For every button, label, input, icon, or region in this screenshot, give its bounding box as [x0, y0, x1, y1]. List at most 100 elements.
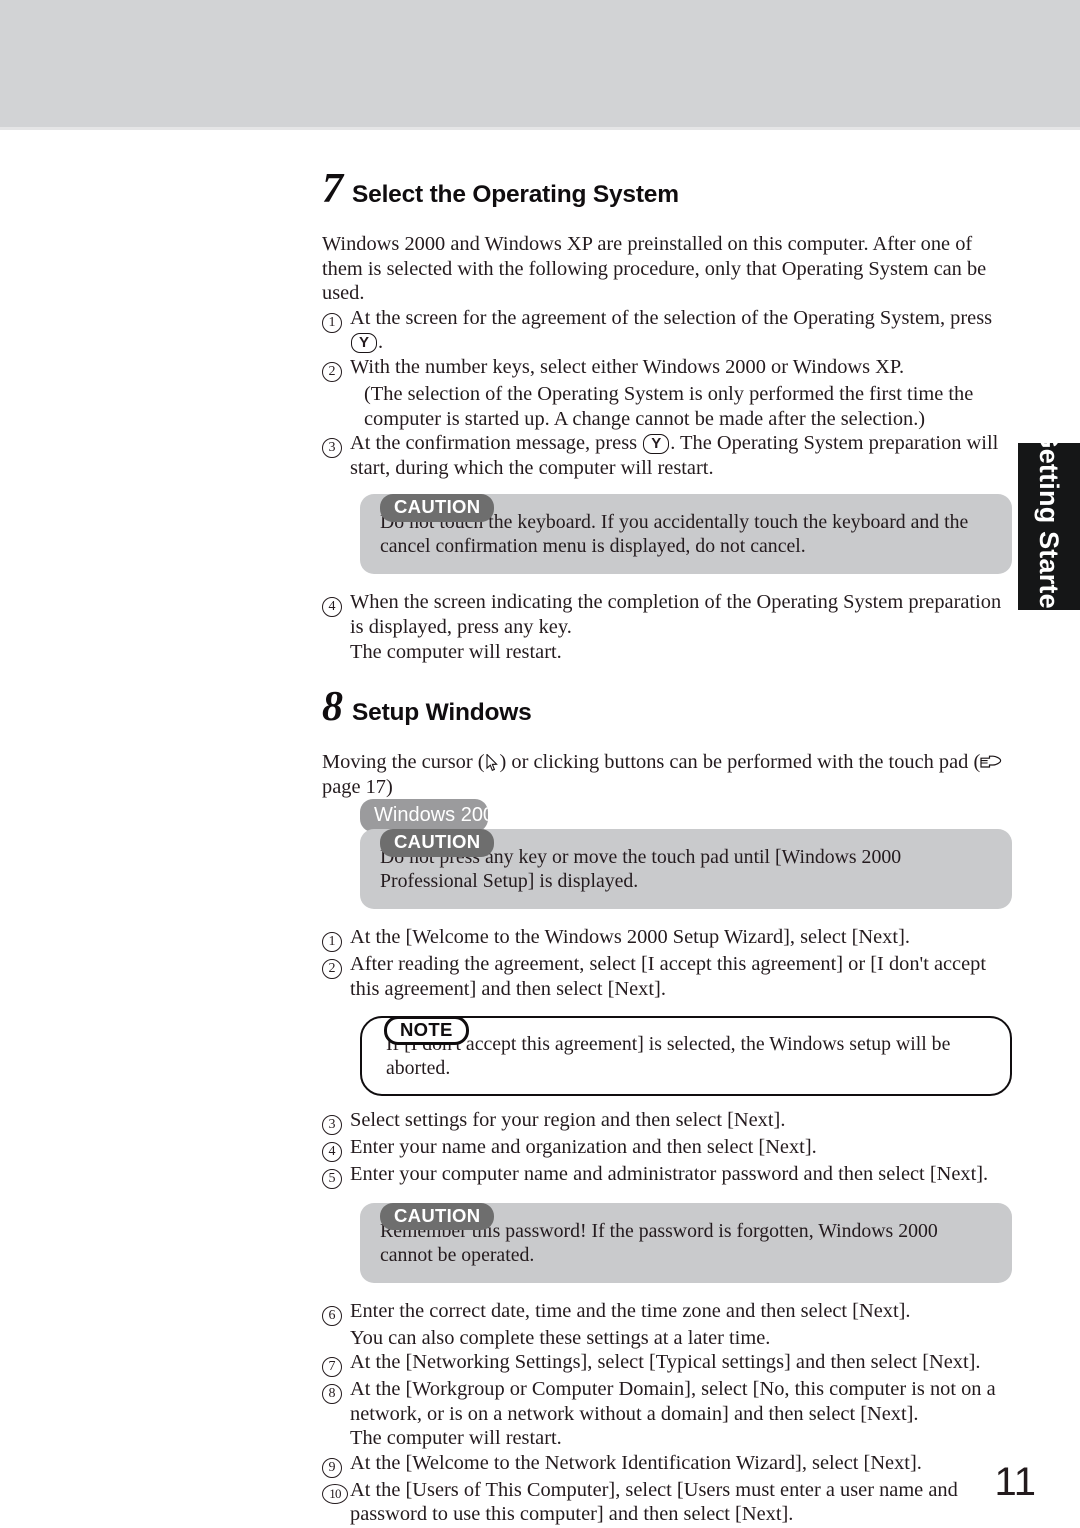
- note-badge: NOTE: [384, 1015, 469, 1045]
- caution-badge: CAUTION: [380, 494, 495, 522]
- circled-number: 2: [322, 959, 342, 980]
- list-marker: 10: [322, 1478, 350, 1504]
- list-item: 7 At the [Networking Settings], select […: [322, 1350, 1012, 1378]
- list-item-text: When the screen indicating the completio…: [350, 591, 1002, 638]
- list-marker: 3: [322, 1108, 350, 1135]
- step-8-intro-page-ref: page 17): [322, 775, 393, 798]
- list-marker: 1: [322, 306, 350, 333]
- key-y-icon: Y: [351, 333, 378, 354]
- header-band-edge: [0, 127, 1080, 130]
- step-7-list: 1 At the screen for the agreement of the…: [322, 306, 1012, 382]
- list-item-subline: You can also complete these settings at …: [350, 1326, 771, 1349]
- list-item-text: At the [Welcome to the Windows 2000 Setu…: [350, 926, 910, 949]
- step-8-list-a: 1 At the [Welcome to the Windows 2000 Se…: [322, 925, 1012, 1001]
- list-item-text: Select settings for your region and then…: [350, 1108, 786, 1131]
- step-7-number: 7: [322, 166, 343, 212]
- caution-callout-3: CAUTION Remember this password! If the p…: [322, 1202, 1012, 1283]
- list-item-text: At the [Welcome to the Network Identific…: [350, 1451, 922, 1474]
- list-item-text: After reading the agreement, select [I a…: [350, 953, 987, 1000]
- list-marker: 2: [322, 952, 350, 980]
- list-marker: 8: [322, 1377, 350, 1405]
- caution-badge: CAUTION: [380, 1202, 495, 1230]
- list-item: 6 Enter the correct date, time and the t…: [322, 1299, 1012, 1326]
- list-marker: 2: [322, 355, 350, 382]
- circled-number: 1: [322, 312, 342, 333]
- circled-number: 6: [322, 1305, 342, 1326]
- list-item: 2 With the number keys, select either Wi…: [322, 355, 1012, 382]
- list-item-text: At the [Networking Settings], select [Ty…: [350, 1351, 981, 1374]
- caution-callout-2: CAUTION Do not press any key or move the…: [322, 829, 1012, 910]
- chapter-tab: Getting Started: [1018, 427, 1080, 626]
- circled-number: 4: [322, 1141, 342, 1162]
- step-7-title: Select the Operating System: [352, 181, 679, 208]
- list-item: 9 At the [Welcome to the Network Identif…: [322, 1451, 1012, 1478]
- step-8-heading: 8 Setup Windows: [322, 686, 1012, 728]
- page-number: 11: [994, 1460, 1036, 1504]
- list-item: 1 At the screen for the agreement of the…: [322, 306, 1012, 355]
- caution-callout-1: CAUTION Do not touch the keyboard. If yo…: [322, 494, 1012, 575]
- circled-number: 8: [322, 1384, 342, 1405]
- list-marker: 9: [322, 1451, 350, 1478]
- step-7-restart-note: The computer will restart.: [350, 640, 562, 663]
- list-item-text: With the number keys, select either Wind…: [350, 355, 905, 378]
- circled-number: 3: [322, 1114, 342, 1135]
- list-item: 4 When the screen indicating the complet…: [322, 590, 1012, 639]
- circled-number: 2: [322, 361, 342, 382]
- step-8-title: Setup Windows: [352, 699, 532, 727]
- list-item-text-before: At the screen for the agreement of the s…: [350, 306, 993, 329]
- list-item-text: At the confirmation message, press Y. Th…: [350, 431, 1012, 480]
- list-item-subline: The computer will restart.: [350, 1427, 562, 1450]
- list-marker: 4: [322, 590, 350, 618]
- list-item: 8 At the [Workgroup or Computer Domain],…: [322, 1377, 1012, 1426]
- list-marker: 3: [322, 431, 350, 459]
- os-label-windows-2000: Windows 2000: [360, 799, 488, 833]
- list-item: 1 At the [Welcome to the Windows 2000 Se…: [322, 925, 1012, 953]
- list-item: 10 At the [Users of This Computer], sele…: [322, 1478, 1012, 1527]
- list-marker: 5: [322, 1162, 350, 1189]
- circled-number: 7: [322, 1357, 342, 1378]
- list-item: 5 Enter your computer name and administr…: [322, 1162, 1012, 1189]
- step-7-list-continued: 3 At the confirmation message, press Y. …: [322, 431, 1012, 480]
- header-band: [0, 0, 1080, 127]
- step-7-parenthetical: (The selection of the Operating System i…: [364, 382, 974, 430]
- list-marker: 4: [322, 1135, 350, 1162]
- circled-number: 1: [322, 932, 342, 953]
- list-item-text: At the screen for the agreement of the s…: [350, 306, 1012, 355]
- list-item: 4 Enter your name and organization and t…: [322, 1135, 1012, 1162]
- chapter-tab-label: Getting Started: [1034, 427, 1065, 626]
- circled-number: 9: [322, 1457, 342, 1478]
- step-8-intro-before: Moving the cursor (: [322, 751, 485, 774]
- note-callout: NOTE If [I don't accept this agreement] …: [322, 1015, 1012, 1096]
- list-item-text: At the [Users of This Computer], select …: [350, 1478, 958, 1526]
- circled-number: 10: [322, 1483, 348, 1504]
- key-y-icon: Y: [643, 434, 670, 455]
- step-7-heading: 7 Select the Operating System: [322, 168, 1012, 210]
- step-8-list-b: 3 Select settings for your region and th…: [322, 1108, 1012, 1189]
- list-item-text-before: At the confirmation message, press: [350, 432, 638, 455]
- circled-number: 4: [322, 597, 342, 618]
- step-8-number: 8: [322, 684, 343, 731]
- step-7-intro: Windows 2000 and Windows XP are preinsta…: [322, 233, 987, 305]
- list-marker: 1: [322, 925, 350, 953]
- list-marker: 7: [322, 1350, 350, 1378]
- step-7-list-end: 4 When the screen indicating the complet…: [322, 590, 1012, 639]
- list-item-text: Enter the correct date, time and the tim…: [350, 1299, 911, 1322]
- list-item: 2 After reading the agreement, select [I…: [322, 952, 1012, 1001]
- step-8-intro-middle: ) or clicking buttons can be performed w…: [499, 751, 981, 774]
- list-item-text: Enter your computer name and administrat…: [350, 1162, 989, 1185]
- circled-number: 3: [322, 438, 342, 459]
- step-8-list-c: 6 Enter the correct date, time and the t…: [322, 1299, 1012, 1528]
- cursor-arrow-icon: [485, 753, 499, 772]
- list-item-text: At the [Workgroup or Computer Domain], s…: [350, 1378, 996, 1425]
- content-column: 7 Select the Operating System Windows 20…: [322, 168, 1012, 1528]
- list-item: 3 At the confirmation message, press Y. …: [322, 431, 1012, 480]
- circled-number: 5: [322, 1168, 342, 1189]
- pointing-hand-icon: [980, 752, 1002, 768]
- list-item-text: Enter your name and organization and the…: [350, 1135, 817, 1158]
- manual-page: Getting Started 7 Select the Operating S…: [0, 0, 1080, 1528]
- caution-badge: CAUTION: [380, 829, 495, 857]
- list-marker: 6: [322, 1299, 350, 1326]
- list-item: 3 Select settings for your region and th…: [322, 1108, 1012, 1135]
- list-item-text-after: .: [378, 331, 384, 354]
- step-8-intro: Moving the cursor ( ) or clicking buttons…: [322, 750, 1012, 799]
